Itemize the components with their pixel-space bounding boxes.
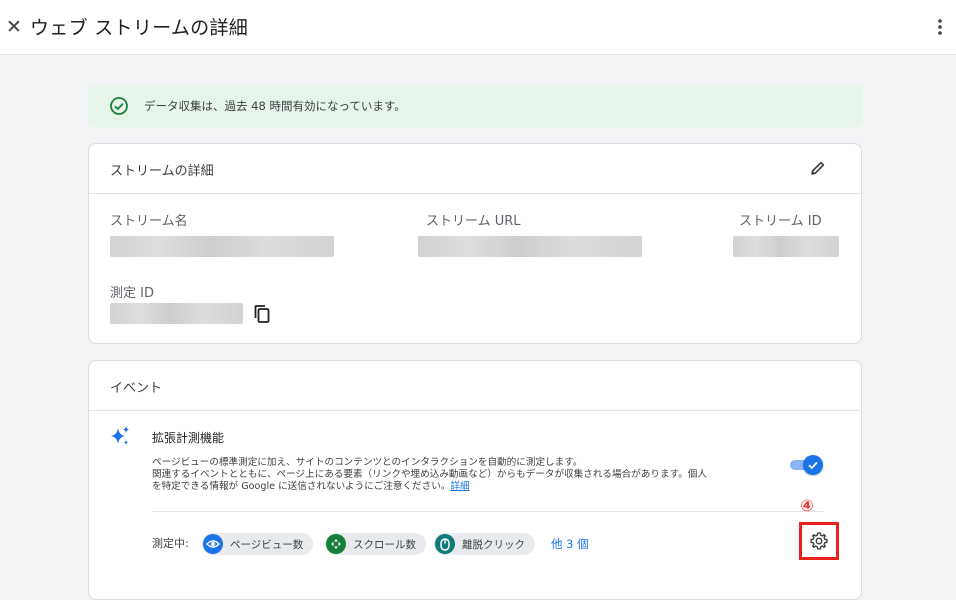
chip-label: ページビュー数: [230, 538, 304, 551]
page-title: ウェブ ストリームの詳細: [30, 17, 249, 39]
events-header: イベント: [89, 361, 861, 411]
check-circle-icon: [110, 97, 128, 115]
description-text: を特定できる情報が Google に送信されないようにご注意ください。: [152, 480, 451, 492]
eye-icon: [203, 534, 223, 554]
annotation-number: ④: [800, 496, 814, 515]
stream-url-value-redacted: [418, 236, 642, 257]
chip-label: スクロール数: [353, 538, 416, 551]
mouse-icon: [435, 534, 455, 554]
stream-id-value-redacted: [733, 236, 839, 257]
gear-icon: [810, 532, 828, 550]
measuring-label: 測定中:: [152, 537, 189, 550]
measurement-id-label: 測定 ID: [110, 286, 154, 301]
check-icon: [808, 461, 818, 470]
settings-gear-button[interactable]: [799, 522, 839, 560]
banner-text: データ収集は、過去 48 時間有効になっています。: [144, 99, 406, 113]
sparkle-icon: [111, 426, 129, 445]
close-icon[interactable]: ✕: [4, 14, 24, 40]
card-title: イベント: [110, 381, 163, 396]
data-collection-banner: データ収集は、過去 48 時間有効になっています。: [88, 85, 862, 127]
enhanced-measurement-toggle[interactable]: [788, 455, 824, 475]
scroll-icon: [326, 534, 346, 554]
description-line: を特定できる情報が Google に送信されないようにご注意ください。詳細: [152, 481, 792, 493]
card-title: ストリームの詳細: [110, 164, 214, 179]
toggle-knob: [803, 455, 823, 475]
events-card: イベント 拡張計測機能 ページビューの標準測定に加え、サイトのコンテンツとのイン…: [88, 360, 862, 600]
description-line: 関連するイベントとともに、ページ上にある要素（リンクや埋め込み動画など）からもデ…: [152, 468, 707, 480]
more-events-link[interactable]: 他 3 個: [551, 536, 589, 552]
stream-name-label: ストリーム名: [110, 214, 188, 229]
chip-scrolls[interactable]: スクロール数: [325, 533, 426, 555]
chip-outbound-clicks[interactable]: 離脱クリック: [434, 533, 535, 555]
stream-url-label: ストリーム URL: [426, 214, 521, 229]
copy-icon[interactable]: [252, 304, 272, 324]
chip-label: 離脱クリック: [462, 538, 525, 551]
measurement-id-value-redacted: [110, 303, 243, 324]
description-line: ページビューの標準測定に加え、サイトのコンテンツとのインタラクションを自動的に測…: [152, 457, 583, 468]
stream-details-card: ストリームの詳細 ストリーム名 ストリーム URL ストリーム ID 測定 ID: [88, 143, 862, 344]
learn-more-link[interactable]: 詳細: [450, 481, 469, 492]
enhanced-measurement-description: ページビューの標準測定に加え、サイトのコンテンツとのインタラクションを自動的に測…: [152, 457, 792, 492]
stream-id-label: ストリーム ID: [739, 214, 822, 229]
stream-name-value-redacted: [110, 236, 334, 257]
more-vert-icon[interactable]: [932, 14, 948, 40]
stream-details-header: ストリームの詳細: [89, 144, 861, 194]
chip-page-views[interactable]: ページビュー数: [202, 533, 314, 555]
divider: [152, 511, 824, 512]
edit-pencil-icon[interactable]: [809, 159, 827, 177]
top-app-bar: ✕ ウェブ ストリームの詳細: [0, 0, 956, 55]
enhanced-measurement-title: 拡張計測機能: [152, 431, 225, 445]
